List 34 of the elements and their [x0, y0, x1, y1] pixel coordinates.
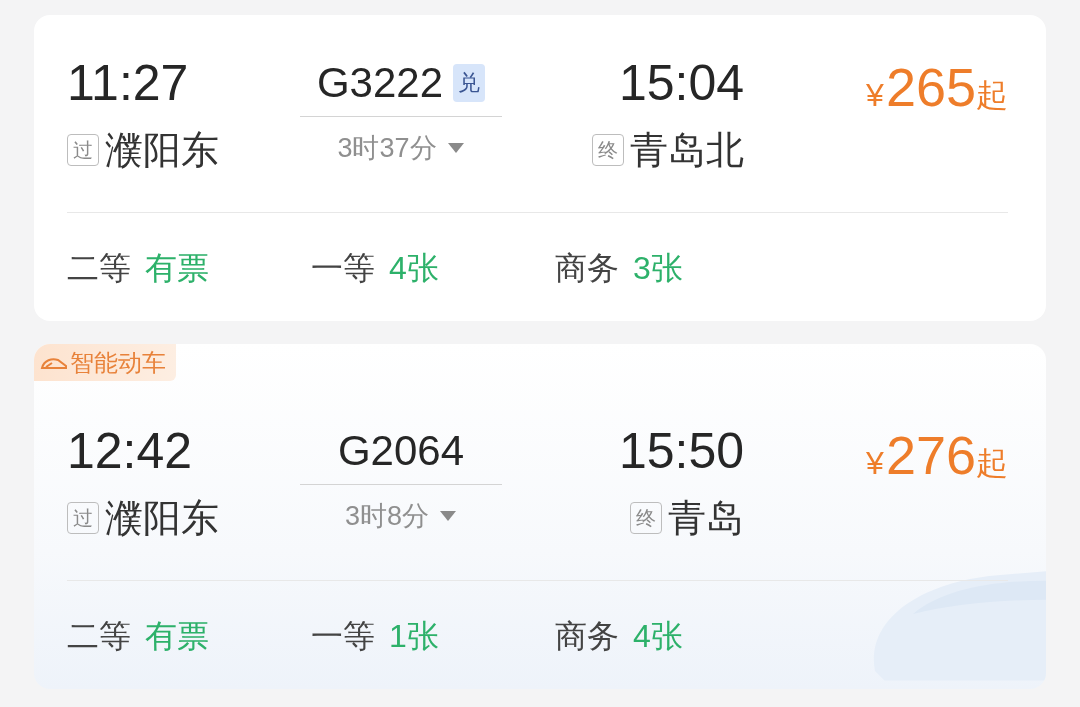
terminal-tag: 终	[630, 502, 662, 534]
seat-availability: 有票	[145, 619, 209, 653]
pass-through-tag: 过	[67, 134, 99, 166]
seat-availability: 3张	[633, 251, 683, 285]
seat-class: 一等	[311, 251, 375, 285]
departure-station: 濮阳东	[105, 127, 219, 173]
seat-availability: 1张	[389, 619, 439, 653]
price: ¥265起	[866, 57, 1008, 119]
departure-time: 11:27	[67, 55, 190, 111]
arrival-time: 15:04	[618, 55, 744, 111]
caret-icon	[446, 142, 465, 154]
pass-through-tag: 过	[67, 502, 99, 534]
exchange-tag: 兑	[453, 64, 486, 102]
seat-class: 二等	[67, 251, 131, 285]
arrival-station: 青岛	[668, 495, 744, 541]
seat-availability: 4张	[389, 251, 439, 285]
train-number: G2064	[337, 427, 465, 475]
departure-time: 12:42	[67, 423, 194, 479]
seat-availability: 有票	[145, 251, 209, 285]
price: ¥276起	[866, 425, 1008, 487]
seat-class: 一等	[311, 619, 375, 653]
departure-station: 濮阳东	[105, 495, 219, 541]
terminal-tag: 终	[592, 134, 624, 166]
seat-class: 商务	[555, 619, 619, 653]
arrival-station: 青岛北	[630, 127, 744, 173]
seat-availability: 4张	[633, 619, 683, 653]
train-number: G3222	[316, 59, 444, 107]
smart-train-badge: 智能动车	[34, 344, 176, 381]
seat-class: 二等	[67, 619, 131, 653]
caret-icon	[439, 510, 457, 522]
arrival-time: 15:50	[618, 423, 744, 479]
seat-class: 商务	[555, 251, 619, 285]
train-card[interactable]: 11:27 过 濮阳东 G3222 兑 3时37分 15:04 终 青岛北 ¥265起 二等 有票 一等 4张 商务 3张	[34, 15, 1046, 321]
train-card[interactable]: 智能动车 12:42 过 濮阳东 G2064 3时8分 15:50 终 青岛 ¥276起 二等 有票 一等 1张 商务 4张	[34, 344, 1046, 689]
